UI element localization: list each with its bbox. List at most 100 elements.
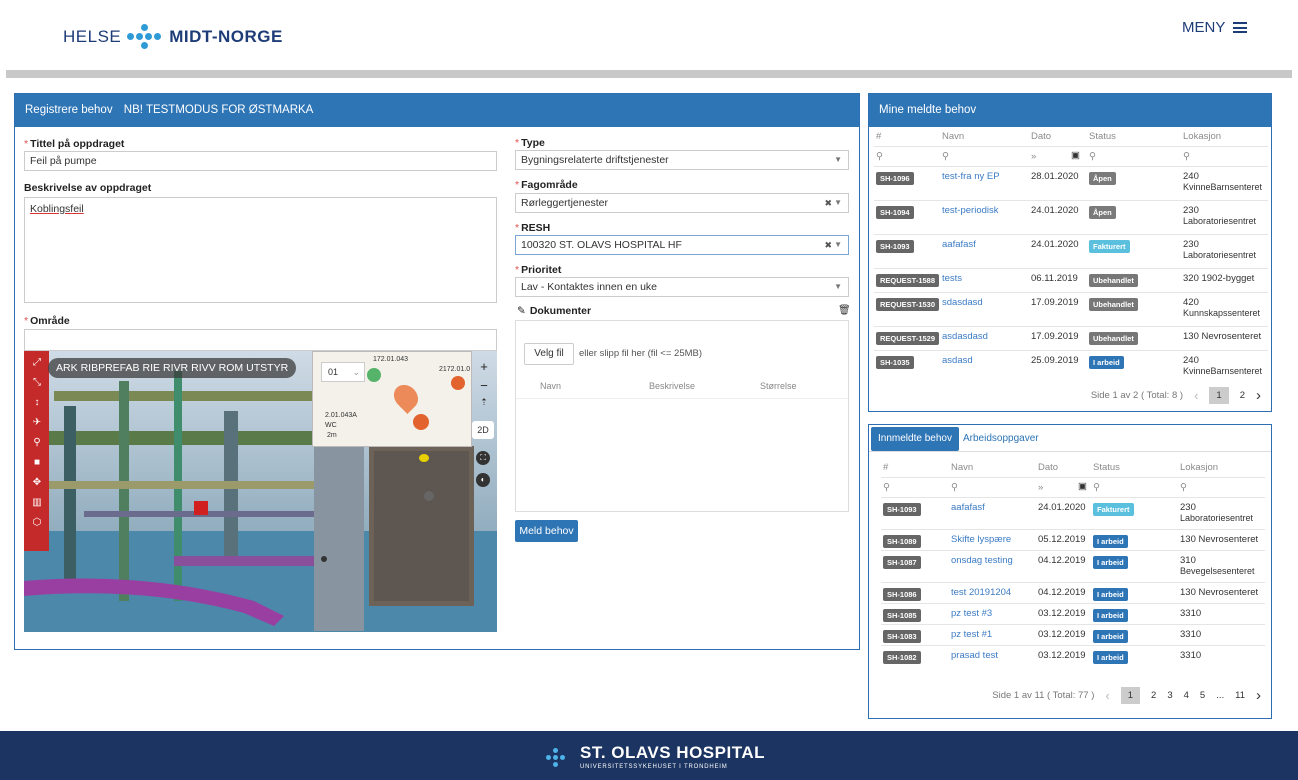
- layer-toggle[interactable]: RIVR: [163, 362, 188, 374]
- search-icon[interactable]: ⚲: [942, 151, 949, 162]
- location-pin-icon[interactable]: [389, 380, 423, 414]
- column-header[interactable]: #: [876, 131, 881, 142]
- marker-icon[interactable]: [451, 376, 465, 390]
- zoom-in-icon[interactable]: +: [480, 359, 488, 374]
- column-header[interactable]: #: [883, 462, 888, 473]
- cube-icon[interactable]: ⬡: [33, 517, 42, 528]
- pan-icon[interactable]: ✥: [33, 477, 41, 488]
- table-row[interactable]: SH-1085 pz test #3 03.12.2019 I arbeid 3310: [881, 603, 1265, 624]
- table-row[interactable]: SH-1093 aafafasf 24.01.2020 Fakturert 230 Lab…: [874, 234, 1268, 268]
- row-name-link[interactable]: sdasdasd: [942, 297, 983, 308]
- calendar-icon[interactable]: ▣: [1071, 150, 1080, 161]
- trash-icon[interactable]: 🗑: [838, 305, 851, 316]
- table-row[interactable]: SH-1087 onsdag testing 04.12.2019 I arbeid 3…: [881, 550, 1265, 582]
- page-button[interactable]: 1: [1209, 387, 1229, 404]
- column-header[interactable]: Dato: [1031, 131, 1051, 142]
- marker-b-icon[interactable]: [367, 368, 381, 382]
- prev-page-icon[interactable]: ‹: [1194, 388, 1198, 403]
- resh-select[interactable]: 100320 ST. OLAVS HOSPITAL HF ✖ ▼: [515, 235, 849, 255]
- tab-innmeldte[interactable]: Innmeldte behov: [871, 427, 959, 451]
- prev-page-icon[interactable]: ‹: [1105, 688, 1109, 703]
- page-button[interactable]: 3: [1167, 690, 1172, 701]
- zoom-icon[interactable]: ⚲: [33, 437, 40, 448]
- walk-icon[interactable]: ✈: [33, 417, 41, 428]
- table-row[interactable]: REQUEST-1530 sdasdasd 17.09.2019 Ubehandlet…: [874, 292, 1268, 326]
- date-filter-icon[interactable]: »: [1038, 482, 1043, 493]
- row-name-link[interactable]: prasad test: [951, 650, 998, 661]
- row-name-link[interactable]: tests: [942, 273, 962, 284]
- type-select[interactable]: Bygningsrelaterte driftstjenester ▼: [515, 150, 849, 170]
- table-row[interactable]: SH-1089 Skifte lyspære 05.12.2019 I arbeid 1…: [881, 529, 1265, 550]
- table-row[interactable]: REQUEST-1588 tests 06.11.2019 Ubehandlet 320…: [874, 268, 1268, 292]
- row-name-link[interactable]: onsdag testing: [951, 555, 1013, 566]
- table-row[interactable]: SH-1082 prasad test 03.12.2019 I arbeid 3310: [881, 645, 1265, 666]
- row-name-link[interactable]: Skifte lyspære: [951, 534, 1011, 545]
- search-icon[interactable]: ⚲: [1089, 151, 1096, 162]
- row-name-link[interactable]: test-fra ny EP: [942, 171, 1000, 182]
- layer-toggle[interactable]: RIE: [143, 362, 161, 374]
- table-row[interactable]: SH-1094 test-periodisk 24.01.2020 Åpen 230 La…: [874, 200, 1268, 234]
- floor-select[interactable]: 01 ⌄: [321, 362, 365, 382]
- calendar-icon[interactable]: ▣: [1078, 481, 1087, 492]
- page-button[interactable]: 2: [1240, 390, 1245, 401]
- next-page-icon[interactable]: ›: [1256, 687, 1261, 704]
- page-button[interactable]: 4: [1184, 690, 1189, 701]
- tab-arbeidsoppgaver[interactable]: Arbeidsoppgaver: [963, 427, 1039, 451]
- search-icon[interactable]: ⚲: [951, 482, 958, 493]
- search-icon[interactable]: ⚲: [883, 482, 890, 493]
- row-name-link[interactable]: test-periodisk: [942, 205, 999, 216]
- column-header[interactable]: Status: [1089, 131, 1116, 142]
- section-icon[interactable]: ▥: [32, 497, 41, 508]
- velg-fil-button[interactable]: Velg fil: [524, 343, 574, 365]
- table-row[interactable]: SH-1086 test 20191204 04.12.2019 I arbeid 13…: [881, 582, 1265, 603]
- zoom-out-icon[interactable]: −: [480, 378, 488, 393]
- document-dropzone[interactable]: Velg fil eller slipp fil her (fil <= 25M…: [515, 320, 849, 512]
- vertical-icon[interactable]: ↕: [35, 397, 40, 408]
- prioritet-select[interactable]: Lav - Kontaktes innen en uke ▼: [515, 277, 849, 297]
- date-filter-icon[interactable]: »: [1031, 151, 1036, 162]
- layer-toggle[interactable]: RIVV: [191, 362, 216, 374]
- layer-toggle[interactable]: ARK: [56, 362, 78, 374]
- layer-toggle[interactable]: RIBPREFAB: [81, 362, 140, 374]
- row-name-link[interactable]: aafafasf: [942, 239, 976, 250]
- column-header[interactable]: Navn: [942, 131, 964, 142]
- search-icon[interactable]: ⚲: [1180, 482, 1187, 493]
- page-button[interactable]: 1: [1120, 687, 1141, 704]
- expand-icon[interactable]: ⤢: [33, 357, 41, 368]
- layer-toggle[interactable]: ROM: [219, 362, 244, 374]
- omrade-input[interactable]: [24, 329, 497, 351]
- fit-icon[interactable]: ⤡: [33, 377, 41, 388]
- row-name-link[interactable]: pz test #3: [951, 608, 992, 619]
- column-header[interactable]: Dato: [1038, 462, 1058, 473]
- row-name-link[interactable]: asdasd: [942, 355, 973, 366]
- direction-icon[interactable]: [413, 414, 429, 430]
- helse-midt-norge-logo[interactable]: HELSE MIDT-NORGE: [63, 22, 283, 52]
- page-button[interactable]: 2: [1151, 690, 1156, 701]
- page-button[interactable]: 11: [1235, 690, 1245, 701]
- row-name-link[interactable]: pz test #1: [951, 629, 992, 640]
- fagomrade-select[interactable]: Rørleggertjenester ✖ ▼: [515, 193, 849, 213]
- search-icon[interactable]: ⚲: [1183, 151, 1190, 162]
- floor-plan-minimap[interactable]: 01 ⌄ 172.01.043 2172.01.0 2.01.043A WC 2m: [312, 351, 472, 447]
- search-icon[interactable]: ⚲: [876, 151, 883, 162]
- table-row[interactable]: SH-1093 aafafasf 24.01.2020 Fakturert 230 Lab…: [881, 497, 1265, 529]
- table-row[interactable]: SH-1096 test-fra ny EP 28.01.2020 Åpen 240 Kv…: [874, 166, 1268, 200]
- table-row[interactable]: SH-1083 pz test #1 03.12.2019 I arbeid 3310: [881, 624, 1265, 645]
- row-name-link[interactable]: aafafasf: [951, 502, 985, 513]
- next-page-icon[interactable]: ›: [1256, 387, 1261, 404]
- row-name-link[interactable]: test 20191204: [951, 587, 1011, 598]
- search-icon[interactable]: ⚲: [1093, 482, 1100, 493]
- view-2d-button[interactable]: 2D: [472, 421, 494, 439]
- row-name-link[interactable]: asdasdasd: [942, 331, 988, 342]
- meld-behov-button[interactable]: Meld behov: [515, 520, 578, 542]
- table-row[interactable]: SH-1035 asdasd 25.09.2019 I arbeid 240 Kvinne…: [874, 350, 1268, 384]
- globe-icon[interactable]: ◐: [476, 473, 490, 487]
- column-header[interactable]: Lokasjon: [1180, 462, 1218, 473]
- camera-icon[interactable]: ■: [34, 457, 40, 468]
- table-row[interactable]: REQUEST-1529 asdasdasd 17.09.2019 Ubehandle…: [874, 326, 1268, 350]
- north-icon[interactable]: ⇡: [480, 397, 488, 408]
- layer-toggle[interactable]: UTSTYR: [246, 362, 288, 374]
- column-header[interactable]: Status: [1093, 462, 1120, 473]
- column-header[interactable]: Navn: [951, 462, 973, 473]
- tittel-input[interactable]: Feil på pumpe: [24, 151, 497, 171]
